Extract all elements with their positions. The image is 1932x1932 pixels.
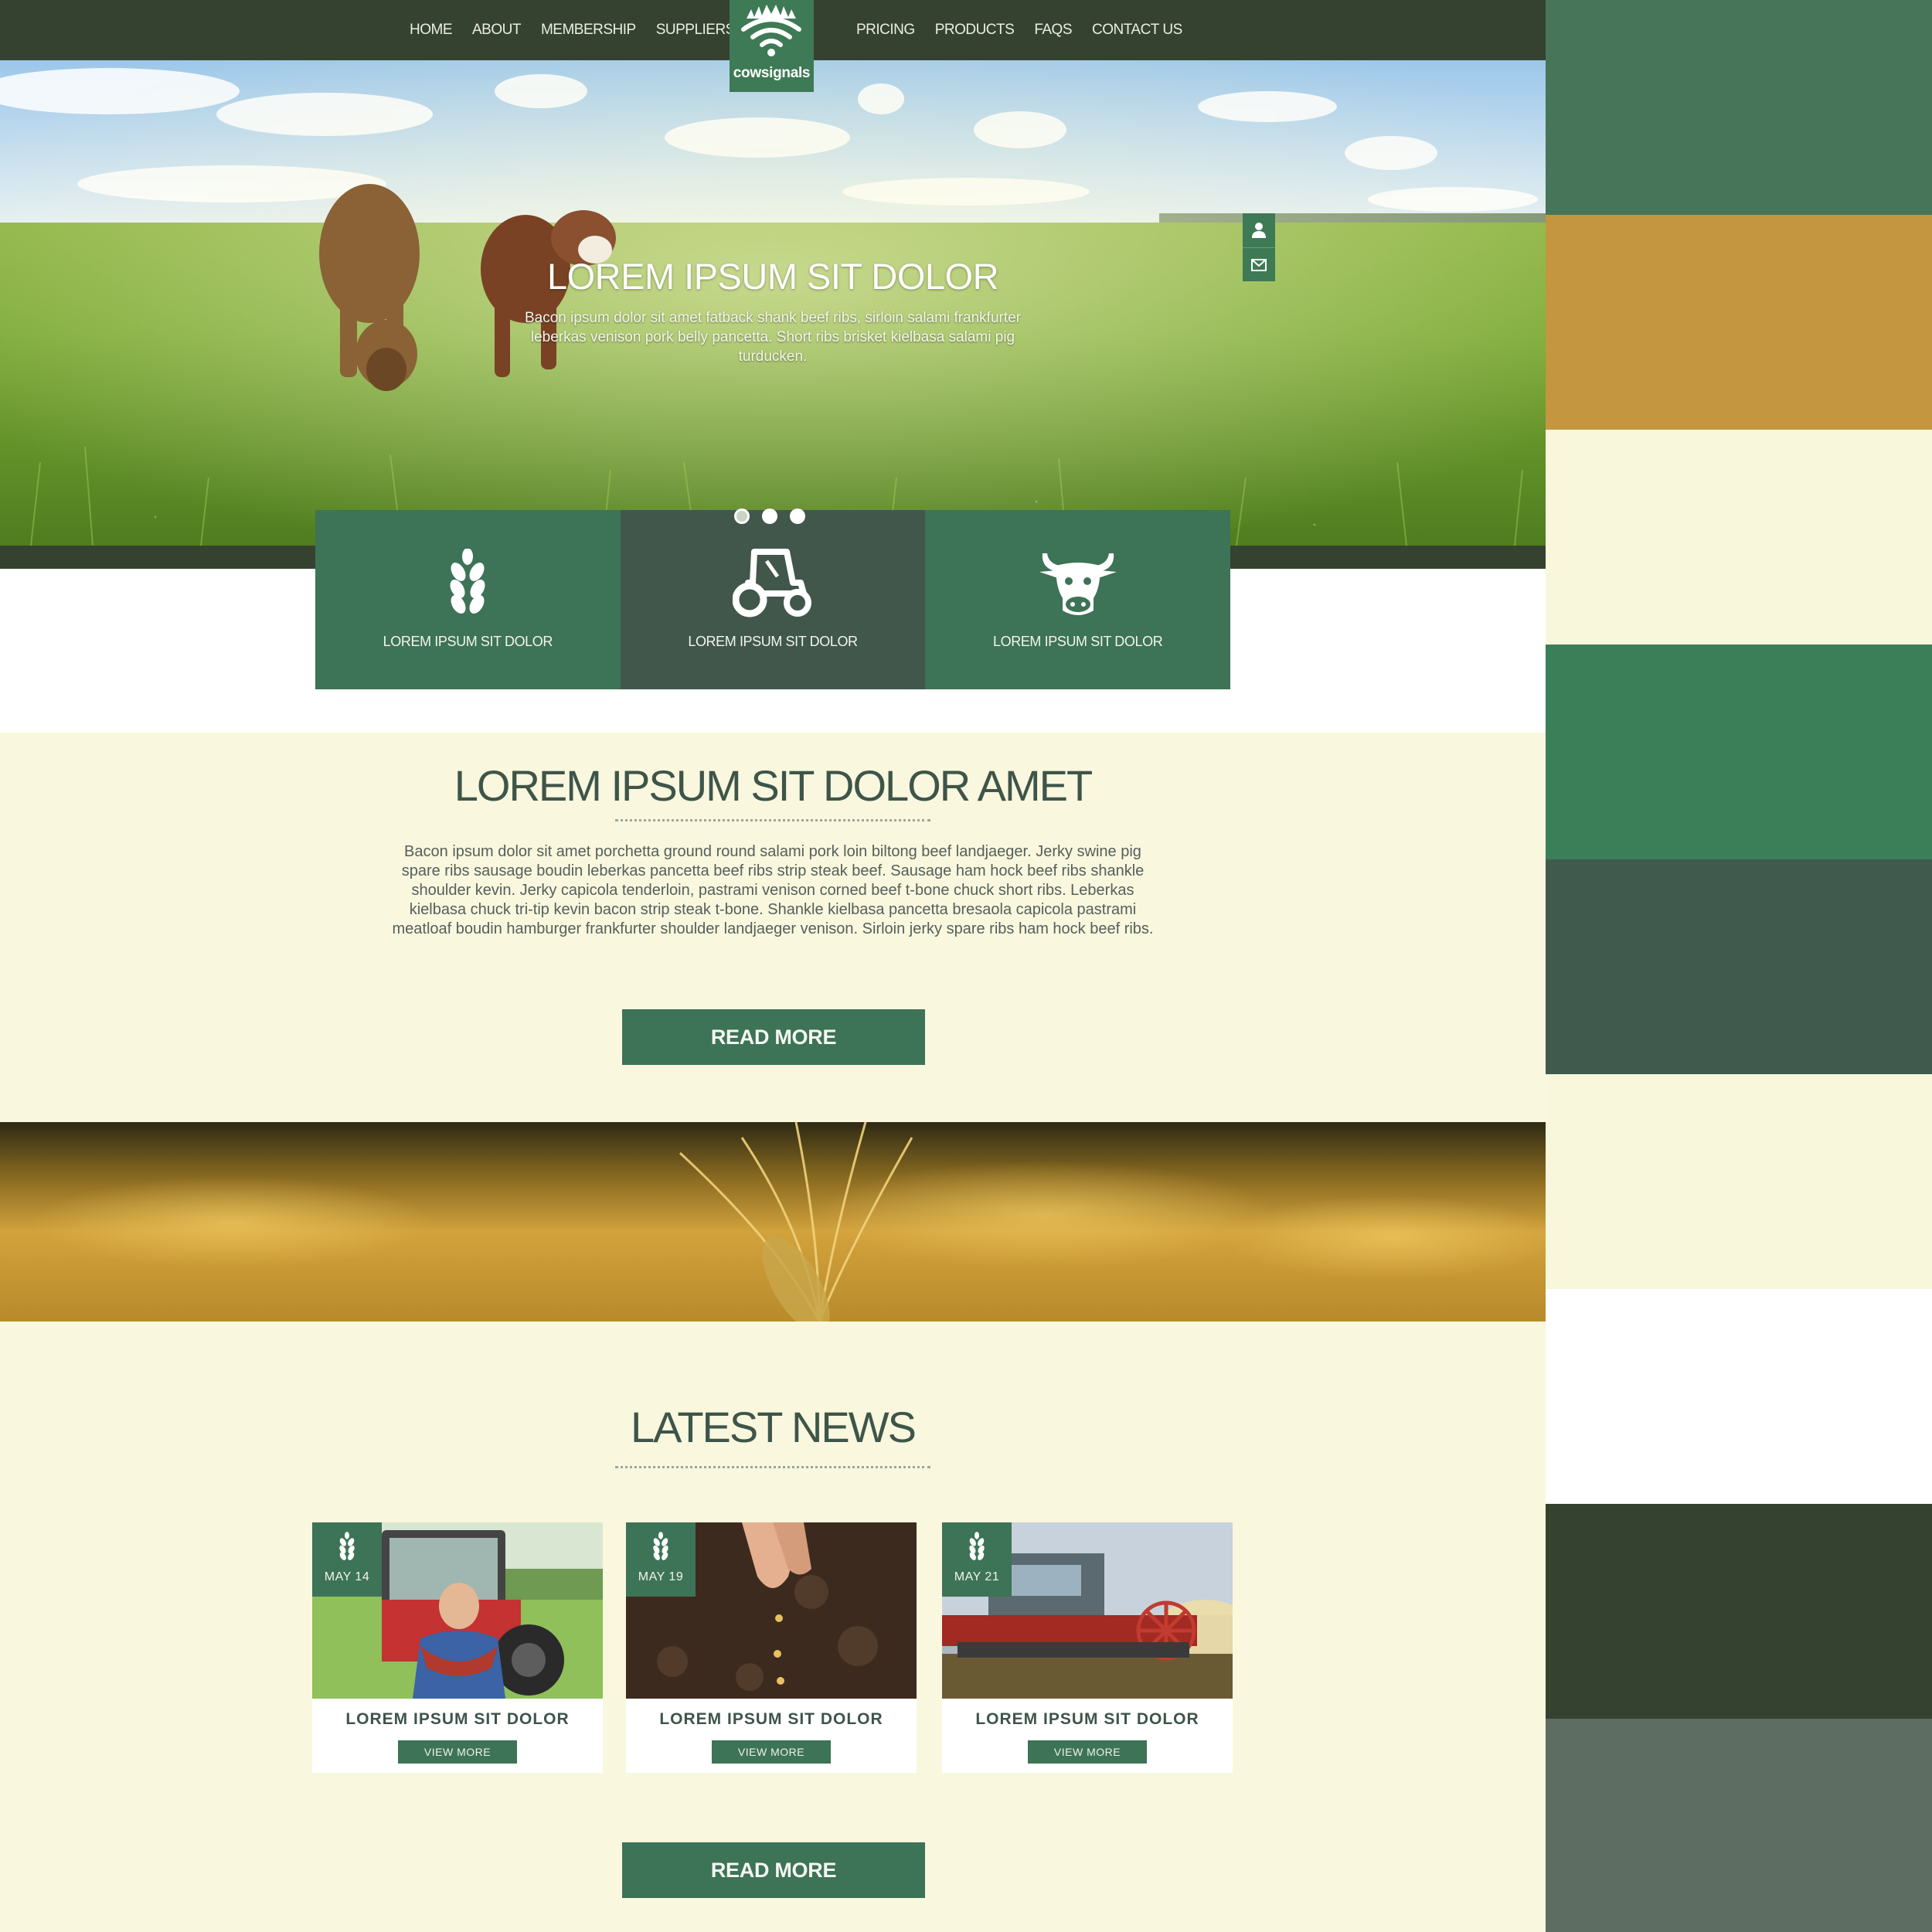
site-logo[interactable]: cowsignals [730, 0, 814, 92]
news-date: MAY 21 [954, 1570, 1000, 1583]
tractor-icon [733, 549, 811, 617]
date-tag: MAY 19 [626, 1522, 696, 1597]
nav-contact-us[interactable]: CONTACT US [1092, 22, 1182, 39]
feature-box-tractor[interactable]: LOREM IPSUM SIT DOLOR [620, 510, 926, 689]
nav-home[interactable]: HOME [410, 22, 453, 39]
feature-box-cattle[interactable]: LOREM IPSUM SIT DOLOR [925, 510, 1231, 689]
news-card-title: LOREM IPSUM SIT DOLOR [345, 1710, 570, 1728]
slider-dot[interactable] [762, 509, 777, 524]
slider-pagination [734, 509, 805, 524]
color-swatch [1546, 1504, 1932, 1719]
color-swatch [1546, 215, 1932, 430]
news-title: LATEST NEWS [630, 1403, 917, 1451]
news-read-more-button[interactable]: READ MORE [622, 1842, 925, 1898]
color-palette [1546, 0, 1932, 1932]
news-card[interactable]: MAY 21 LOREM IPSUM SIT DOLOR VIEW MORE [942, 1522, 1233, 1773]
color-swatch [1546, 859, 1932, 1074]
nav-about[interactable]: ABOUT [472, 22, 521, 39]
color-swatch [1546, 645, 1932, 859]
logo-wordmark: cowsignals [733, 65, 811, 81]
nav-suppliers[interactable]: SUPPLIERS [656, 22, 736, 39]
news-card[interactable]: MAY 14 LOREM IPSUM SIT DOLOR VIEW MORE [312, 1522, 603, 1773]
mail-button[interactable] [1243, 247, 1275, 281]
nav-right-group: PRICING PRODUCTS FAQS CONTACT US [856, 0, 1182, 60]
about-section: LOREM IPSUM SIT DOLOR AMET Bacon ipsum d… [0, 733, 1546, 1122]
feature-box-wheat[interactable]: LOREM IPSUM SIT DOLOR [315, 510, 621, 689]
wheat-icon [653, 1532, 668, 1560]
side-toolbar [1243, 213, 1275, 281]
feature-label: LOREM IPSUM SIT DOLOR [993, 634, 1163, 649]
nav-faqs[interactable]: FAQS [1034, 22, 1072, 39]
hero-caption: LOREM IPSUM SIT DOLOR Bacon ipsum dolor … [502, 255, 1043, 366]
news-card[interactable]: MAY 19 LOREM IPSUM SIT DOLOR VIEW MORE [626, 1522, 917, 1773]
cow-head-icon [1039, 553, 1117, 615]
color-swatch [1546, 1074, 1932, 1289]
about-title: LOREM IPSUM SIT DOLOR AMET [454, 761, 1093, 810]
view-more-button[interactable]: VIEW MORE [398, 1740, 517, 1764]
about-body: Bacon ipsum dolor sit amet porchetta gro… [392, 843, 1154, 937]
news-date: MAY 14 [324, 1570, 370, 1583]
wheat-field-image [0, 1122, 1546, 1321]
wheat-icon [339, 1532, 355, 1560]
slider-dot[interactable] [790, 509, 805, 524]
website-mockup: HOME ABOUT MEMBERSHIP SUPPLIERS PRICING … [0, 0, 1546, 1932]
nav-membership[interactable]: MEMBERSHIP [541, 22, 636, 39]
feature-label: LOREM IPSUM SIT DOLOR [688, 634, 858, 649]
wheat-icon [969, 1532, 985, 1560]
color-swatch [1546, 0, 1932, 215]
news-date: MAY 19 [638, 1570, 684, 1583]
account-button[interactable] [1243, 213, 1275, 247]
nav-pricing[interactable]: PRICING [856, 22, 915, 39]
view-more-button[interactable]: VIEW MORE [712, 1740, 831, 1764]
news-divider [615, 1466, 930, 1468]
color-swatch [1546, 1289, 1932, 1504]
color-swatch [1546, 1719, 1932, 1932]
nav-left-group: HOME ABOUT MEMBERSHIP SUPPLIERS [410, 0, 735, 60]
wheat-banner [0, 1122, 1546, 1321]
feature-boxes: LOREM IPSUM SIT DOLOR LOREM IPSUM SIT DO… [315, 510, 1231, 689]
cow-signal-logo-icon [741, 5, 801, 56]
mail-icon [1251, 258, 1267, 271]
feature-label: LOREM IPSUM SIT DOLOR [383, 634, 553, 649]
nav-products[interactable]: PRODUCTS [935, 22, 1015, 39]
about-read-more-button[interactable]: READ MORE [622, 1009, 925, 1065]
hero-body: Bacon ipsum dolor sit amet fatback shank… [524, 310, 1022, 365]
news-card-title: LOREM IPSUM SIT DOLOR [975, 1710, 1199, 1728]
hero-slider: LOREM IPSUM SIT DOLOR Bacon ipsum dolor … [0, 60, 1546, 546]
color-swatch [1546, 430, 1932, 645]
wheat-icon [450, 549, 485, 614]
about-divider [615, 819, 930, 821]
news-card-title: LOREM IPSUM SIT DOLOR [659, 1710, 883, 1728]
view-more-button[interactable]: VIEW MORE [1028, 1740, 1147, 1764]
hero-title: LOREM IPSUM SIT DOLOR [546, 256, 999, 297]
latest-news-section: LATEST NEWS MAY 14 LOREM IPSUM SIT DOLOR… [0, 1321, 1546, 1932]
slider-dot[interactable] [734, 509, 750, 524]
user-icon [1252, 223, 1266, 238]
date-tag: MAY 21 [942, 1522, 1012, 1597]
date-tag: MAY 14 [312, 1522, 382, 1597]
